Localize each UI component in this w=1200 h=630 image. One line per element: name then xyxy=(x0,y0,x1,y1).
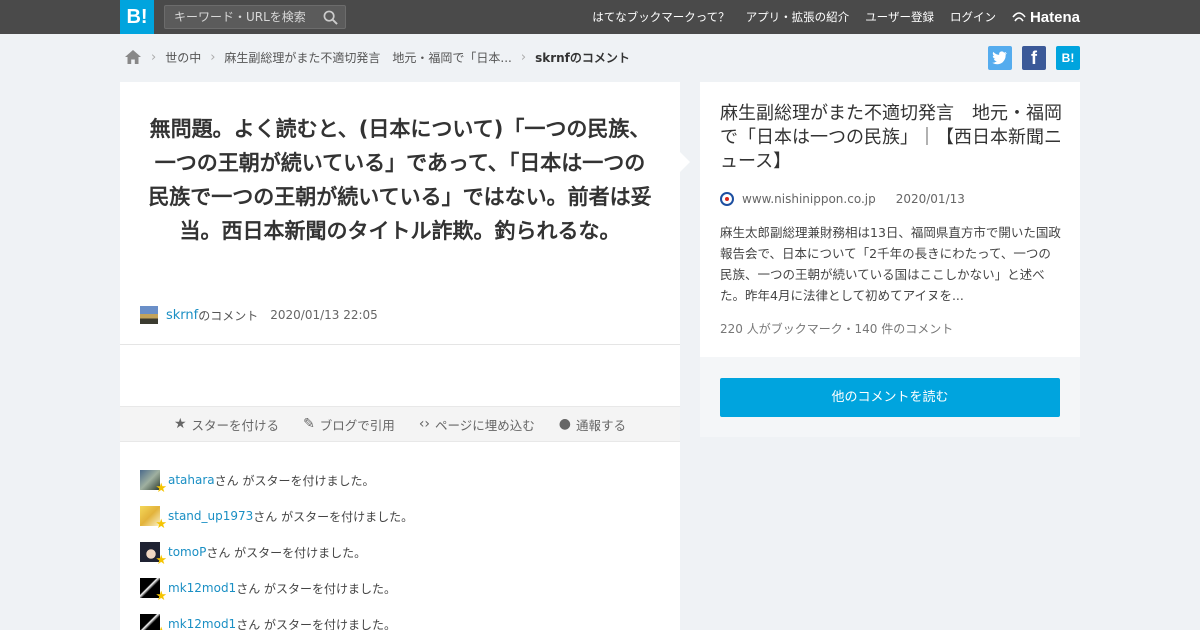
add-star-label: スターを付ける xyxy=(191,417,280,433)
star-user-link[interactable]: tomoP xyxy=(168,545,206,559)
pencil-icon: ✎ xyxy=(303,416,315,432)
star-icon: ★ xyxy=(155,481,167,496)
breadcrumb-current: skrnfのコメント xyxy=(535,50,630,65)
list-item: ★ atahara さん がスターを付けました。 xyxy=(140,462,413,498)
avatar[interactable]: ★ xyxy=(140,614,167,630)
list-item: ★ stand_up1973 さん がスターを付けました。 xyxy=(140,498,413,534)
report-button[interactable]: ● 通報する xyxy=(559,415,626,434)
divider xyxy=(120,344,680,345)
comment-actions: ★ スターを付ける ✎ ブログで引用 ‹› ページに埋め込む ● 通報する xyxy=(120,406,680,442)
top-nav: はてなブックマークって？ アプリ・拡張の紹介 ユーザー登録 ログイン Haten… xyxy=(576,0,1080,34)
add-star-button[interactable]: ★ スターを付ける xyxy=(174,415,279,434)
blog-quote-label: ブログで引用 xyxy=(319,417,395,433)
site-favicon-icon xyxy=(720,192,734,206)
chevron-right-icon: › xyxy=(210,49,216,65)
chevron-right-icon: › xyxy=(520,49,527,65)
share-buttons: f B! xyxy=(978,46,1080,70)
bookmark-count[interactable]: 220 人がブックマーク・140 件のコメント xyxy=(720,320,953,337)
avatar[interactable]: ★ xyxy=(140,470,167,496)
star-user-link[interactable]: mk12mod1 xyxy=(168,617,236,630)
star-suffix: さん がスターを付けました。 xyxy=(236,617,397,630)
star-suffix: さん がスターを付けました。 xyxy=(214,473,375,488)
breadcrumb-category[interactable]: 世の中 xyxy=(165,49,201,66)
search-box[interactable] xyxy=(164,5,346,29)
star-user-link[interactable]: atahara xyxy=(168,473,215,487)
avatar[interactable]: ★ xyxy=(140,506,167,532)
star-user-link[interactable]: mk12mod1 xyxy=(168,581,236,595)
avatar[interactable]: ★ xyxy=(140,578,167,604)
star-icon: ★ xyxy=(155,589,167,604)
comment-user-link[interactable]: skrnf xyxy=(166,308,198,323)
facebook-share-icon[interactable]: f xyxy=(1022,46,1046,70)
star-icon: ★ xyxy=(155,553,167,568)
star-suffix: さん がスターを付けました。 xyxy=(236,581,397,596)
avatar[interactable]: ★ xyxy=(140,542,167,568)
chevron-right-icon: › xyxy=(151,49,157,65)
star-user-link[interactable]: stand_up1973 xyxy=(168,509,253,523)
star-icon: ★ xyxy=(155,517,167,532)
list-item: ★ mk12mod1さん がスターを付けました。 xyxy=(140,606,413,630)
hatena-bookmark-logo[interactable]: B! xyxy=(120,0,154,34)
article-date: 2020/01/13 xyxy=(895,192,965,206)
article-domain[interactable]: www.nishinippon.co.jp xyxy=(742,192,876,206)
report-icon: ● xyxy=(558,416,571,432)
embed-label: ページに埋め込む xyxy=(435,417,535,433)
nav-register-link[interactable]: ユーザー登録 xyxy=(865,9,934,25)
article-description: 麻生太郎副総理兼財務相は13日、福岡県直方市で開いた国政報告会で、日本について「… xyxy=(720,225,1061,303)
star-icon: ★ xyxy=(173,416,187,432)
hatena-logo-icon xyxy=(1012,12,1026,22)
read-more-button[interactable]: 他のコメントを読む xyxy=(720,378,1060,417)
list-item: ★ tomoP さん がスターを付けました。 xyxy=(140,534,413,570)
comment-date[interactable]: 2020/01/13 22:05 xyxy=(270,308,378,322)
comment-meta: skrnf のコメント 2020/01/13 22:05 xyxy=(140,306,378,324)
article-card: 麻生副総理がまた不適切発言 地元・福岡で「日本は一つの民族」｜【西日本新聞ニュー… xyxy=(700,82,1080,357)
star-icon: ★ xyxy=(155,625,167,630)
search-input[interactable] xyxy=(165,6,315,28)
comment-card: 無問題。よく読むと、(日本について)「一つの民族、一つの王朝が続いている」であっ… xyxy=(120,82,680,630)
star-list: ★ atahara さん がスターを付けました。 ★ stand_up1973 さん… xyxy=(140,462,413,630)
search-icon[interactable] xyxy=(323,10,338,25)
report-label: 通報する xyxy=(576,417,627,433)
comment-text: 無問題。よく読むと、(日本について)「一つの民族、一つの王朝が続いている」であっ… xyxy=(148,117,652,243)
home-icon[interactable] xyxy=(124,49,142,65)
star-suffix: さん がスターを付けました。 xyxy=(206,545,367,560)
code-icon: ‹› xyxy=(418,416,431,432)
embed-button[interactable]: ‹› ページに埋め込む xyxy=(419,415,535,434)
nav-about-link[interactable]: はてなブックマークって？ xyxy=(592,9,729,25)
article-source: www.nishinippon.co.jp 2020/01/13 xyxy=(720,192,965,206)
breadcrumb-entry[interactable]: 麻生副総理がまた不適切発言 地元・福岡で「日本... xyxy=(224,49,511,66)
breadcrumb: › 世の中 › 麻生副総理がまた不適切発言 地元・福岡で「日本... › skr… xyxy=(124,46,630,68)
hatena-brand[interactable]: Hatena xyxy=(1012,9,1080,26)
card-pointer xyxy=(680,152,690,172)
star-suffix: さん がスターを付けました。 xyxy=(253,509,414,524)
twitter-share-icon[interactable] xyxy=(988,46,1012,70)
comment-user-suffix: のコメント xyxy=(198,308,259,323)
nav-apps-link[interactable]: アプリ・拡張の紹介 xyxy=(746,9,850,25)
top-bar: B! はてなブックマークって？ アプリ・拡張の紹介 ユーザー登録 ログイン Ha… xyxy=(0,0,1200,34)
article-title-link[interactable]: 麻生副総理がまた不適切発言 地元・福岡で「日本は一つの民族」｜【西日本新聞ニュー… xyxy=(720,102,1065,174)
list-item: ★ mk12mod1さん がスターを付けました。 xyxy=(140,570,413,606)
blog-quote-button[interactable]: ✎ ブログで引用 xyxy=(303,415,395,434)
nav-login-link[interactable]: ログイン xyxy=(950,9,996,25)
avatar[interactable] xyxy=(140,306,158,324)
hatena-brand-label: Hatena xyxy=(1029,8,1080,26)
hatena-share-icon[interactable]: B! xyxy=(1056,46,1080,70)
